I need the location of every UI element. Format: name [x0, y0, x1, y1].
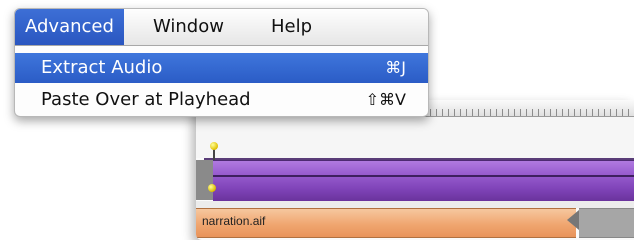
menu-item-label: Paste Over at Playhead [41, 89, 251, 110]
playhead-icon[interactable] [210, 142, 218, 150]
track-gap [196, 201, 634, 208]
audio-clip-end-handle-icon[interactable] [567, 210, 579, 230]
menu-item-label: Extract Audio [41, 57, 163, 78]
menu-item-shortcut: ⇧⌘V [365, 90, 406, 109]
menu-advanced[interactable]: Advanced [15, 9, 124, 45]
dropdown-menu: Advanced Window Help Extract Audio ⌘J Pa… [14, 8, 429, 117]
video-track-area [196, 117, 634, 158]
video-clip-divider [213, 175, 634, 177]
video-clip[interactable] [213, 160, 634, 202]
audio-track-empty [579, 208, 634, 238]
audio-clip-label: narration.aif [202, 214, 266, 228]
audio-clip[interactable]: narration.aif [196, 208, 576, 238]
menu-window[interactable]: Window [143, 9, 234, 45]
track-header [196, 160, 213, 200]
menu-help[interactable]: Help [261, 9, 322, 45]
clip-marker-icon[interactable] [208, 184, 216, 192]
menu-bar: Advanced Window Help [15, 9, 428, 46]
timeline-panel: narration.aif [196, 100, 634, 240]
menu-item-paste-over-at-playhead[interactable]: Paste Over at Playhead ⇧⌘V [15, 85, 428, 115]
menu-item-extract-audio[interactable]: Extract Audio ⌘J [15, 53, 428, 83]
menu-item-shortcut: ⌘J [385, 58, 406, 77]
